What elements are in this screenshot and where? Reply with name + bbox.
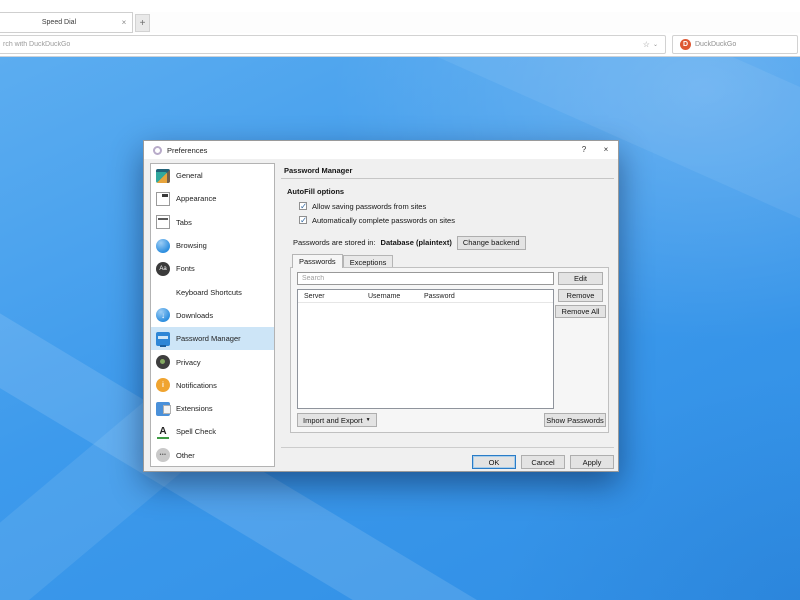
sidebar-item-extensions[interactable]: Extensions [151,397,274,420]
tabs-icon [156,215,170,230]
sidebar-item-label: Keyboard Shortcuts [176,287,242,297]
divider [281,447,614,448]
passwords-table[interactable]: Server Username Password [297,289,554,409]
desktop-wallpaper: Preferences ? × General Appearance Tabs Bro… [0,57,800,600]
help-button[interactable]: ? [572,141,596,159]
keyboard-icon [156,285,170,299]
download-arrow-icon: ↓ [156,308,170,323]
sidebar-item-tabs[interactable]: Tabs [151,211,274,234]
url-placeholder-text: rch with DuckDuckGo [3,41,71,48]
sidebar-item-general[interactable]: General [151,164,274,187]
puzzle-icon [156,401,171,416]
sidebar-item-label: Fonts [176,264,195,274]
sidebar-item-label: Spell Check [176,427,217,437]
panel-title: Password Manager [284,166,353,175]
new-tab-button[interactable]: + [135,14,150,32]
notification-icon: i [156,378,170,393]
storage-row: Passwords are stored in: Database (plain… [293,235,526,250]
preferences-dialog: Preferences ? × General Appearance Tabs Bro… [143,140,619,472]
column-header-password[interactable]: Password [418,293,553,300]
sidebar-item-downloads[interactable]: ↓ Downloads [151,304,274,327]
storage-label: Passwords are stored in: [293,238,376,247]
chevron-down-icon[interactable]: ⌄ [653,41,658,48]
column-header-server[interactable]: Server [298,293,362,300]
sidebar-item-label: Extensions [176,404,213,414]
sidebar-item-password-manager[interactable]: Password Manager [151,327,274,351]
otter-app-icon [153,145,162,155]
column-header-username[interactable]: Username [362,293,418,300]
import-export-label: Import and Export [303,415,363,425]
search-input[interactable] [297,272,554,285]
sidebar-item-keyboard-shortcuts[interactable]: Keyboard Shortcuts [151,280,274,303]
screen: Speed Dial × + rch with DuckDuckGo ☆ ⌄ D… [0,0,800,600]
checkbox-label: Automatically complete passwords on site… [312,215,455,225]
browser-chrome: Speed Dial × + rch with DuckDuckGo ☆ ⌄ D… [0,0,800,57]
autofill-options-heading: AutoFill options [287,187,345,196]
bookmark-star-icon[interactable]: ☆ [643,40,650,49]
sidebar-item-label: Downloads [176,310,214,320]
passwords-table-header: Server Username Password [298,290,553,303]
close-button[interactable]: × [594,141,618,159]
sidebar-item-label: Tabs [176,217,192,227]
passwords-exceptions-tabs: Passwords Exceptions [292,254,394,268]
sidebar-item-label: Browsing [176,241,207,251]
checkbox[interactable] [299,215,307,226]
tab-close-icon[interactable]: × [118,18,130,27]
sidebar-item-fonts[interactable]: Aa Fonts [151,257,274,280]
remove-all-button[interactable]: Remove All [555,305,606,318]
cancel-button[interactable]: Cancel [521,455,565,469]
sidebar-item-privacy[interactable]: Privacy [151,350,274,373]
tab-bar: Speed Dial × + [0,12,800,33]
passwords-groupbox: Edit Remove Remove All ServerUsernamePas… [290,267,609,433]
sidebar-item-label: General [176,171,203,181]
search-engine-name: DuckDuckGo [695,41,737,48]
tab-speed-dial[interactable]: Speed Dial × [0,12,133,33]
import-export-button[interactable]: Import and Export ▼ [297,413,377,427]
sidebar-item-label: Other [176,450,195,460]
dropdown-arrow-icon: ▼ [365,417,371,423]
sidebar-item-label: Notifications [176,380,217,390]
tab-passwords[interactable]: Passwords [292,254,343,268]
change-backend-button[interactable]: Change backend [456,235,526,250]
edit-button[interactable]: Edit [558,272,603,285]
fonts-icon: Aa [156,261,170,276]
preferences-sidebar: General Appearance Tabs Browsing Aa Fonts Keyb… [150,163,275,467]
sidebar-item-appearance[interactable]: Appearance [151,187,274,210]
ok-button[interactable]: OK [472,455,516,469]
sidebar-item-browsing[interactable]: Browsing [151,234,274,257]
tab-title: Speed Dial [41,19,77,26]
dialog-footer: OK Cancel Apply [472,455,614,469]
sidebar-items: General Appearance Tabs Browsing Aa Fonts Keyb… [151,164,274,466]
divider [281,178,614,179]
checkbox[interactable] [299,201,307,212]
sidebar-item-notifications[interactable]: i Notifications [151,374,274,397]
general-icon [156,168,170,183]
duckduckgo-logo-icon: D [680,39,691,50]
autofill-checkboxes: Allow saving passwords from sites Automat… [299,199,455,227]
dialog-title: Preferences [167,145,208,155]
ellipsis-icon: ••• [156,448,170,463]
remove-button[interactable]: Remove [558,289,603,302]
search-engine-field[interactable]: D DuckDuckGo [672,35,798,54]
sidebar-item-label: Password Manager [176,334,241,344]
password-manager-panel: Password Manager AutoFill options Allow … [281,163,614,469]
dialog-title-bar[interactable]: Preferences ? × [144,141,618,159]
sidebar-item-label: Privacy [176,357,201,367]
checkbox-label: Allow saving passwords from sites [312,201,427,211]
sidebar-item-label: Appearance [176,194,217,204]
sidebar-item-spell-check[interactable]: A Spell Check [151,420,274,443]
apply-button[interactable]: Apply [570,455,614,469]
address-bar: rch with DuckDuckGo ☆ ⌄ D DuckDuckGo [0,33,800,57]
privacy-icon [156,355,170,370]
checkbox-row: Allow saving passwords from sites [299,199,455,213]
password-manager-icon [156,331,170,347]
spellcheck-icon: A [156,425,170,439]
show-passwords-button[interactable]: Show Passwords [544,413,606,427]
appearance-icon [156,191,170,206]
sidebar-item-other[interactable]: ••• Other [151,444,274,466]
storage-backend-value: Database (plaintext) [380,238,452,247]
url-field[interactable]: rch with DuckDuckGo ☆ ⌄ [0,35,666,54]
checkbox-row: Automatically complete passwords on site… [299,213,455,227]
globe-icon [156,238,170,253]
